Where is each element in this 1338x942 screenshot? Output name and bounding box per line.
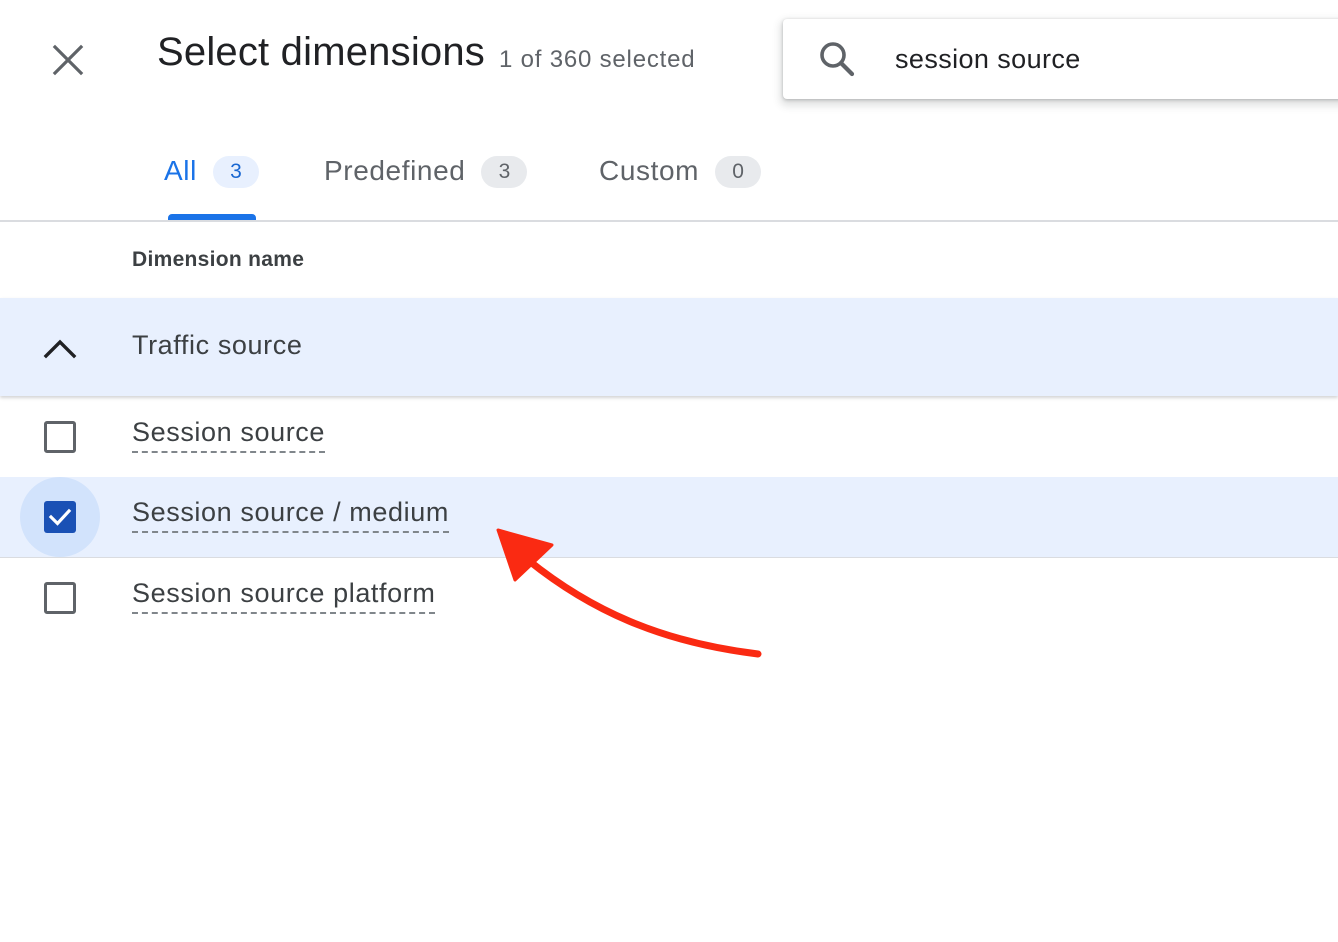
tab-all[interactable]: All 3 xyxy=(164,130,259,221)
close-icon xyxy=(52,44,84,76)
group-label: Traffic source xyxy=(132,330,303,360)
dimension-label[interactable]: Session source / medium xyxy=(132,497,449,533)
checkbox-box xyxy=(44,582,76,614)
select-dimensions-dialog: Select dimensions 1 of 360 selected All … xyxy=(0,0,1338,942)
checkbox-box-checked xyxy=(44,501,76,533)
tab-count-badge: 3 xyxy=(212,156,259,188)
close-button[interactable] xyxy=(40,32,96,88)
checkbox-session-source-platform[interactable] xyxy=(20,558,100,638)
chevron-up-icon[interactable] xyxy=(40,328,80,368)
search-icon xyxy=(820,42,855,77)
dimension-row-selected[interactable]: Session source / medium xyxy=(0,477,1338,558)
tab-bar: All 3 Predefined 3 Custom 0 xyxy=(0,130,1338,221)
dimension-label[interactable]: Session source platform xyxy=(132,578,436,614)
tab-label: Custom xyxy=(599,155,700,186)
search-input[interactable] xyxy=(895,37,1295,81)
selection-count: 1 of 360 selected xyxy=(499,46,696,73)
checkbox-box xyxy=(44,421,76,453)
tab-count-badge: 3 xyxy=(481,156,528,188)
checkmark-icon xyxy=(48,508,72,526)
tab-custom[interactable]: Custom 0 xyxy=(599,130,762,221)
dimension-row[interactable]: Session source platform xyxy=(0,558,1338,638)
group-row-traffic-source[interactable]: Traffic source xyxy=(0,298,1338,396)
tab-predefined[interactable]: Predefined 3 xyxy=(324,130,528,221)
tab-count-badge: 0 xyxy=(715,156,762,188)
tab-label: All xyxy=(164,155,197,186)
tab-label: Predefined xyxy=(324,155,466,186)
search-box[interactable] xyxy=(783,19,1338,99)
checkbox-session-source-medium[interactable] xyxy=(20,477,100,557)
dialog-title: Select dimensions xyxy=(157,30,486,74)
dimension-row[interactable]: Session source xyxy=(0,397,1338,477)
checkbox-session-source[interactable] xyxy=(20,397,100,477)
tabs-divider xyxy=(0,220,1338,222)
column-header-dimension-name: Dimension name xyxy=(132,248,305,271)
dimension-label[interactable]: Session source xyxy=(132,417,325,453)
